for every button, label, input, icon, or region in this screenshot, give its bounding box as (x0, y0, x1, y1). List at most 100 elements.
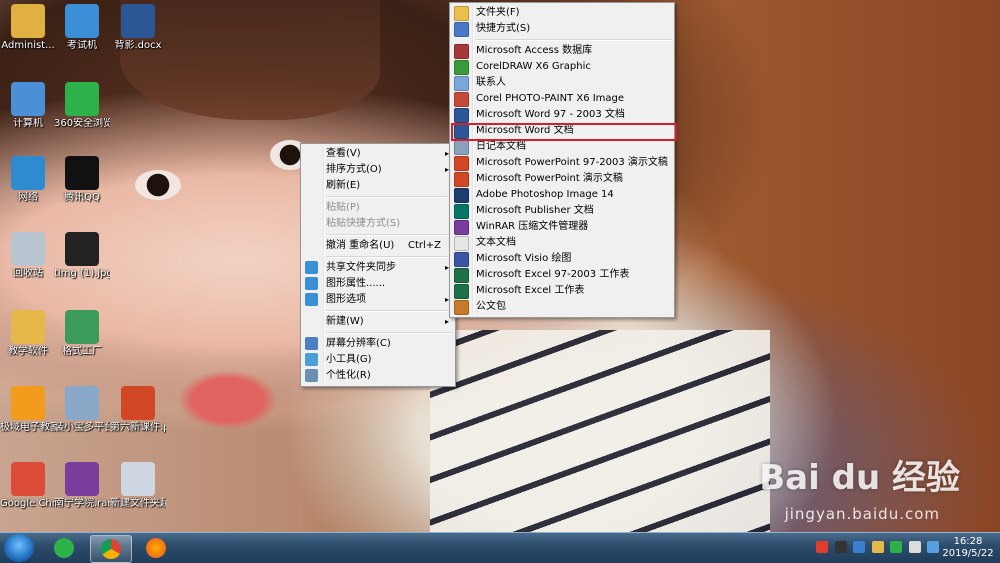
flag-icon[interactable] (927, 541, 939, 553)
menu-item-label: Microsoft PowerPoint 演示文稿 (476, 173, 623, 184)
desktop-icon-label: 背影.docx (114, 40, 162, 51)
taskbar-360-browser[interactable] (44, 535, 84, 561)
new-submenu-item[interactable]: Corel PHOTO-PAINT X6 Image (450, 91, 674, 107)
desktop-icon[interactable]: 背影.docx (110, 4, 166, 52)
ppt-doc-icon (121, 386, 155, 420)
new-submenu-item[interactable]: Microsoft Publisher 文档 (450, 203, 674, 219)
cd-disc-icon (65, 386, 99, 420)
file-type-icon (454, 252, 469, 267)
chrome-icon (101, 539, 121, 559)
format-factory-icon (65, 310, 99, 344)
new-submenu-item[interactable]: 文本文档 (450, 235, 674, 251)
new-submenu-item[interactable]: Microsoft Word 97 - 2003 文档 (450, 107, 674, 123)
new-submenu-item[interactable]: CorelDRAW X6 Graphic (450, 59, 674, 75)
start-button[interactable] (4, 534, 34, 562)
menu-separator (326, 256, 453, 258)
desktop-icon[interactable]: 极域电子教室软件 v4... (0, 386, 56, 434)
context-menu-item[interactable]: 图形属性...... (301, 276, 455, 292)
desktop-icon[interactable]: 格式工厂 (54, 310, 110, 358)
baidu-watermark: Bai du 经验 (759, 458, 960, 498)
desktop-icon-label: 格式工厂 (62, 346, 102, 357)
tray-app-icon[interactable] (871, 541, 884, 553)
file-type-icon (454, 140, 469, 155)
qq-tray-icon[interactable] (834, 541, 847, 553)
context-menu-item[interactable]: 刷新(E) (301, 178, 455, 194)
menu-item-label: 新建(W) (326, 316, 364, 327)
new-submenu-item[interactable]: 日记本文档 (450, 139, 674, 155)
new-submenu-item[interactable]: 联系人 (450, 75, 674, 91)
desktop-icon[interactable]: Administ... (0, 4, 56, 52)
desktop-icon[interactable]: 360安全浏览器 (54, 82, 110, 130)
file-type-icon (454, 6, 469, 21)
menu-item-label: Adobe Photoshop Image 14 (476, 189, 614, 200)
context-menu-item[interactable]: 撤消 重命名(U) Ctrl+Z (301, 238, 455, 254)
desktop-icon[interactable]: 回收站 (0, 232, 56, 280)
menu-item-label: 屏幕分辨率(C) (326, 338, 391, 349)
desktop-icon-label: 360安全浏览器 (54, 118, 110, 129)
file-type-icon (454, 172, 469, 187)
desktop-icon[interactable]: 第六新课件.pptx (110, 386, 166, 434)
desktop-icon[interactable]: 网络 (0, 156, 56, 204)
desktop-icon[interactable]: 装小宝多平台助手 30... (54, 386, 110, 434)
new-submenu-item[interactable]: 公文包 (450, 299, 674, 315)
new-submenu-item[interactable]: Adobe Photoshop Image 14 (450, 187, 674, 203)
desktop-icon[interactable]: 新建文件夹超级数据... (110, 462, 166, 510)
chrome-icon (11, 462, 45, 496)
desktop-icon[interactable]: 腾讯QQ (54, 156, 110, 204)
desktop-icon-label: timg (1).jpg (54, 268, 110, 279)
context-menu-item[interactable]: 查看(V) ▸ (301, 146, 455, 162)
menu-item-icon (305, 293, 318, 306)
context-menu-item[interactable]: 个性化(R) (301, 368, 455, 384)
menu-item-label: 共享文件夹同步 (326, 262, 396, 273)
taskbar-firefox[interactable] (136, 535, 176, 561)
desktop-icon[interactable]: 计算机 (0, 82, 56, 130)
menu-item-icon (305, 277, 318, 290)
file-type-icon (454, 156, 469, 171)
taskbar: 16:28 2019/5/22 (0, 532, 1000, 563)
taskbar-chrome[interactable] (90, 535, 132, 563)
new-submenu-item[interactable]: Microsoft PowerPoint 97-2003 演示文稿 (450, 155, 674, 171)
file-type-icon (454, 76, 469, 91)
new-submenu-item[interactable]: Microsoft Excel 工作表 (450, 283, 674, 299)
clock-date: 2019/5/22 (942, 548, 994, 559)
desktop-icon[interactable]: timg (1).jpg (54, 232, 110, 280)
desktop-icon-label: 装小宝多平台助手 30... (54, 422, 110, 433)
360-tray-icon[interactable] (890, 541, 902, 553)
menu-item-label: 查看(V) (326, 148, 361, 159)
context-menu-item[interactable]: 排序方式(O) ▸ (301, 162, 455, 178)
sogou-icon[interactable] (816, 541, 828, 553)
context-menu-item[interactable]: 粘贴(P) (301, 200, 455, 216)
menu-separator (326, 310, 453, 312)
system-tray (816, 541, 942, 555)
taskbar-clock[interactable]: 16:28 2019/5/22 (942, 536, 994, 560)
menu-item-icon (305, 353, 318, 366)
context-menu-item[interactable]: 粘贴快捷方式(S) (301, 216, 455, 232)
new-submenu-item[interactable]: 文件夹(F) (450, 5, 674, 21)
desktop-icon[interactable]: 教学软件 (0, 310, 56, 358)
new-submenu-item[interactable]: Microsoft Excel 97-2003 工作表 (450, 267, 674, 283)
context-menu-item[interactable]: 新建(W) ▸ (301, 314, 455, 330)
network-tray-icon[interactable] (853, 541, 865, 553)
context-menu-item[interactable]: 小工具(G) (301, 352, 455, 368)
new-submenu-item[interactable]: Microsoft Access 数据库 (450, 43, 674, 59)
menu-item-label: 刷新(E) (326, 180, 361, 191)
highlight-annotation-box (451, 123, 677, 141)
context-menu-item[interactable]: 图形选项 ▸ (301, 292, 455, 308)
desktop-icon[interactable]: 考试机 (54, 4, 110, 52)
file-type-icon (454, 204, 469, 219)
new-submenu-item[interactable]: Microsoft Visio 绘图 (450, 251, 674, 267)
menu-item-label: Microsoft Word 97 - 2003 文档 (476, 109, 625, 120)
desktop-icon[interactable]: Google Chrome (0, 462, 56, 510)
context-menu-item[interactable]: 屏幕分辨率(C) (301, 336, 455, 352)
desktop-icon-label: 考试机 (67, 40, 97, 51)
folder-icon (11, 310, 45, 344)
desktop-icon-label: 新建文件夹超级数据... (110, 498, 166, 509)
new-submenu-item[interactable]: Microsoft PowerPoint 演示文稿 (450, 171, 674, 187)
new-submenu-item[interactable]: 快捷方式(S) (450, 21, 674, 37)
context-menu-item[interactable]: 共享文件夹同步 ▸ (301, 260, 455, 276)
new-submenu-item[interactable]: WinRAR 压缩文件管理器 (450, 219, 674, 235)
file-type-icon (454, 92, 469, 107)
wallpaper-lips (178, 370, 278, 430)
volume-icon[interactable] (908, 541, 921, 553)
desktop-icon[interactable]: 南宁学院.rar (54, 462, 110, 510)
